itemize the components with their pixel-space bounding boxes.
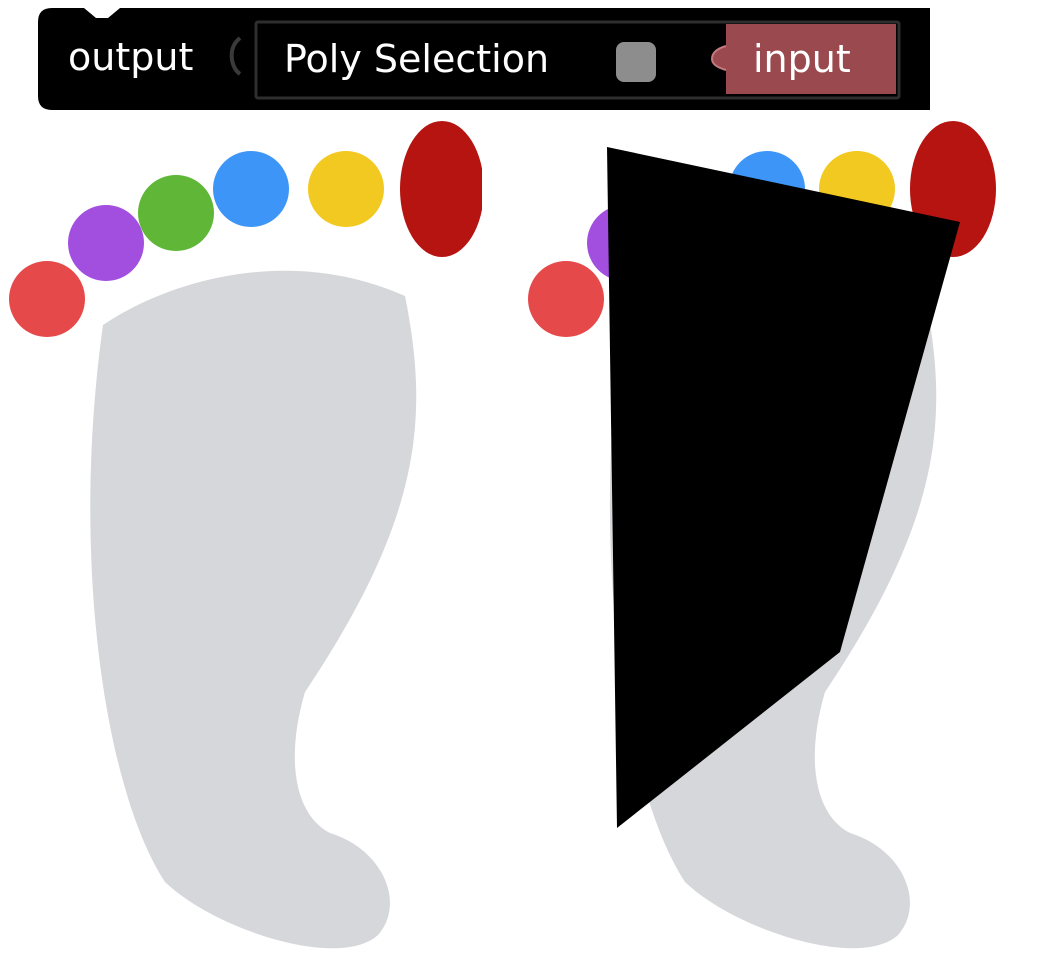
block-title: Poly Selection <box>284 37 550 81</box>
toe-blue <box>213 151 289 227</box>
input-label: input <box>753 37 851 81</box>
original-footprint <box>9 120 502 949</box>
output-label: output <box>68 35 194 79</box>
toe-red <box>528 261 604 337</box>
foot-sole-shape <box>90 270 417 949</box>
toe-big <box>400 121 484 257</box>
poly-selection-block[interactable]: output Poly Selection input <box>38 8 930 110</box>
toggle-checkbox[interactable] <box>616 42 656 82</box>
toe-green <box>138 175 214 251</box>
toe-red <box>9 261 85 337</box>
poly-selected-footprint <box>528 121 996 949</box>
toe-purple <box>68 205 144 281</box>
input-block[interactable]: input <box>710 22 898 96</box>
preview-canvas <box>9 120 996 949</box>
image-crop-edge <box>482 120 502 270</box>
toe-yellow <box>308 151 384 227</box>
